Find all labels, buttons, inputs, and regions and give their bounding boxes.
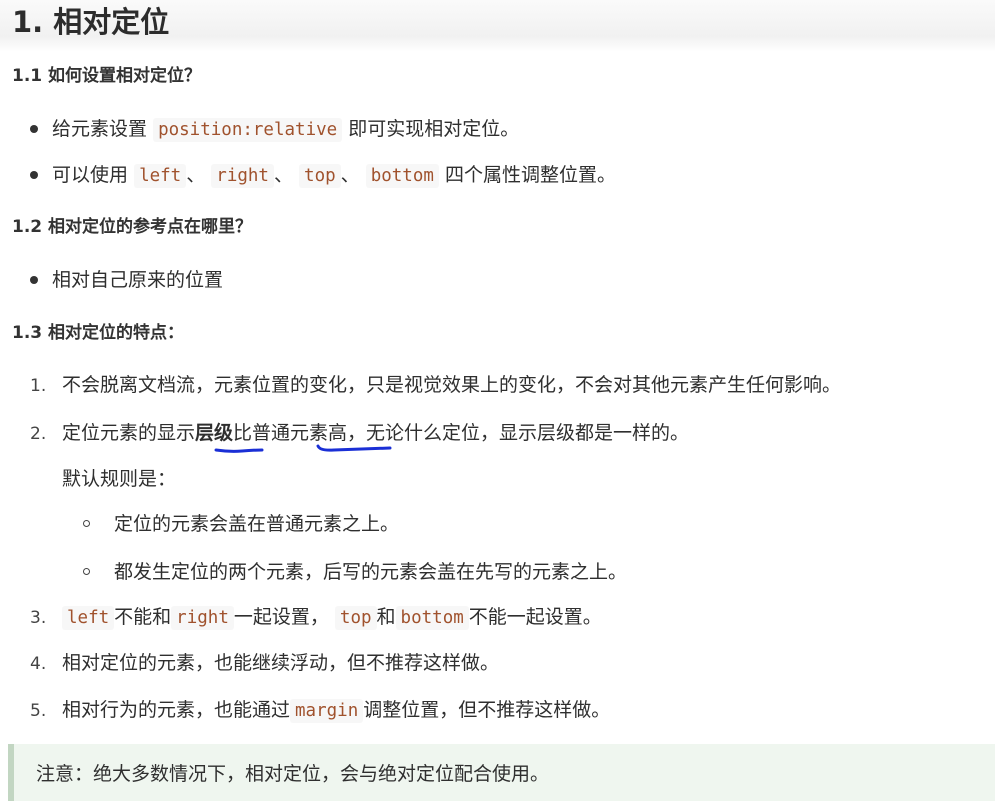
- text: ，无论什么定位，显示层级都是一样的。: [347, 422, 690, 444]
- code-right: right: [211, 164, 274, 188]
- text: 四个属性调整位置。: [444, 164, 616, 186]
- section-heading-1-1: 1.1 如何设置相对定位？: [12, 66, 202, 86]
- list-item-no-flow-removal: 不会脱离文档流，元素位置的变化，只是视觉效果上的变化，不会对其他元素产生任何影响…: [62, 374, 842, 396]
- text: 不能和: [114, 606, 172, 628]
- sub-list-item-covers-normal: 定位的元素会盖在普通元素之上。: [114, 513, 400, 535]
- code-left: left: [134, 164, 187, 188]
- list-number: 3.: [30, 608, 47, 628]
- bold-stacking-level: 层级: [195, 422, 234, 444]
- list-number: 4.: [30, 654, 47, 674]
- code-bottom: bottom: [395, 606, 469, 630]
- handwritten-underline-mark: [214, 448, 264, 453]
- code-right: right: [171, 606, 234, 630]
- text: 调整位置，但不推荐这样做。: [363, 699, 611, 721]
- sub-bullet-circle: [83, 520, 90, 527]
- code-margin: margin: [290, 699, 364, 723]
- text: 一起设置，: [233, 606, 329, 628]
- text: 可以使用: [52, 164, 129, 186]
- list-item-set-relative: 给元素设置 position:relative 即可实现相对定位。: [52, 116, 519, 143]
- separator: 、: [273, 164, 293, 186]
- text: 定位元素的显示: [62, 422, 196, 444]
- bullet-dot: [30, 125, 38, 133]
- text: 不能一起设置。: [468, 606, 602, 628]
- note-text: 注意：绝大多数情况下，相对定位，会与绝对定位配合使用。: [36, 763, 550, 785]
- code-bottom: bottom: [365, 164, 439, 188]
- code-top: top: [334, 606, 377, 630]
- text: 给元素设置: [52, 118, 148, 140]
- code-position-relative: position:relative: [153, 118, 343, 142]
- list-item-float: 相对定位的元素，也能继续浮动，但不推荐这样做。: [62, 652, 500, 674]
- default-rule-label: 默认规则是：: [62, 468, 177, 490]
- list-number: 1.: [30, 376, 47, 396]
- page-title: 1. 相对定位: [12, 5, 170, 39]
- list-item-margin: 相对行为的元素，也能通过 margin 调整位置，但不推荐这样做。: [62, 697, 610, 724]
- text: 即可实现相对定位。: [348, 118, 520, 140]
- bullet-dot: [30, 276, 38, 284]
- bullet-dot: [30, 171, 38, 179]
- section-heading-1-2: 1.2 相对定位的参考点在哪里？: [12, 217, 253, 237]
- list-item-conflicting-offsets: left 不能和 right 一起设置， top 和 bottom 不能一起设置。: [62, 604, 602, 631]
- list-number: 2.: [30, 424, 47, 444]
- sub-list-item-later-covers-earlier: 都发生定位的两个元素，后写的元素会盖在先写的元素之上。: [114, 561, 628, 583]
- text: 相对行为的元素，也能通过: [62, 699, 291, 721]
- sub-bullet-circle: [83, 568, 90, 575]
- section-heading-1-3: 1.3 相对定位的特点：: [12, 323, 185, 343]
- separator: 、: [340, 164, 360, 186]
- separator: 、: [186, 164, 206, 186]
- code-left: left: [62, 606, 115, 630]
- list-item-reference-point: 相对自己原来的位置: [52, 269, 224, 291]
- list-item-offset-properties: 可以使用 left、 right、 top、 bottom 四个属性调整位置。: [52, 162, 616, 189]
- note-callout: 注意：绝大多数情况下，相对定位，会与绝对定位配合使用。: [8, 744, 995, 801]
- code-top: top: [299, 164, 341, 188]
- text: 和: [376, 606, 396, 628]
- list-number: 5.: [30, 701, 47, 721]
- handwritten-underline-mark: [316, 444, 392, 452]
